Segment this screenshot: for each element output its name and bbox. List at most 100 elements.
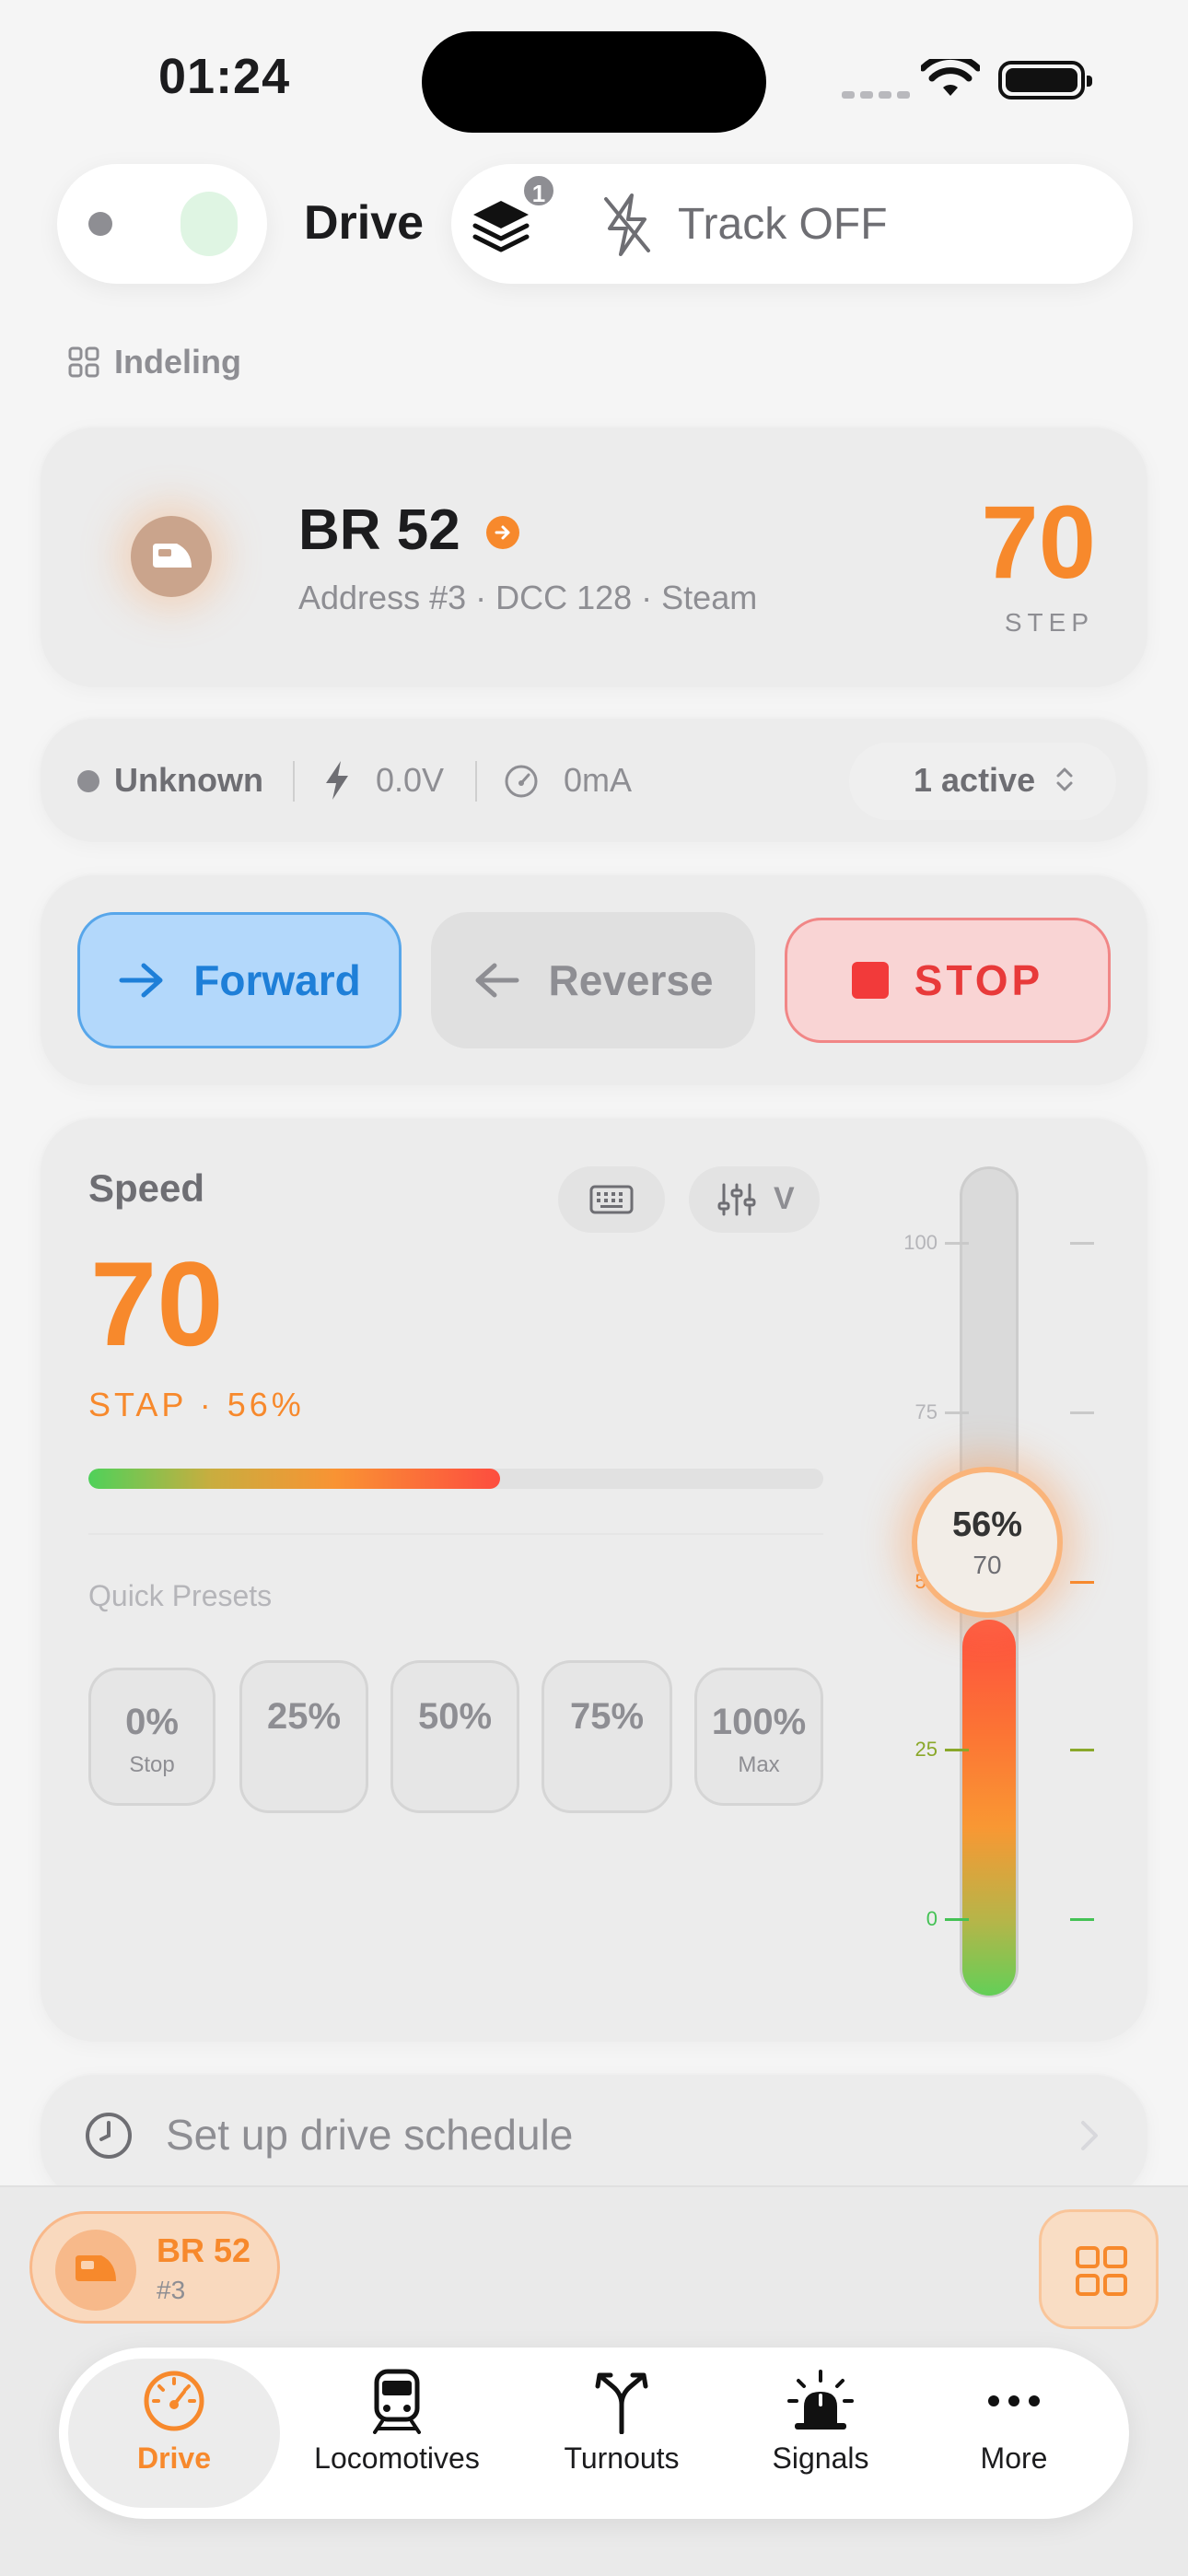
gauge-icon [505,765,538,798]
slider-tick [1070,1242,1094,1245]
active-loco-avatar [55,2230,136,2311]
speed-mode-label: V [774,1181,795,1216]
layout-grid-button[interactable] [1039,2209,1159,2329]
slider-tick [1070,1581,1094,1584]
loco-direction-badge [486,516,519,549]
divider [88,1533,823,1535]
layers-badge: 1 [521,173,556,208]
slider-tick [945,1242,969,1245]
tab-drive[interactable]: Drive [68,2359,280,2508]
speed-mode-button[interactable]: V [689,1166,820,1233]
stop-label: STOP [914,956,1044,1004]
speed-slider-fill [962,1620,1016,1996]
preset-value: 50% [417,1696,493,1737]
slider-tick-label: 100 [903,1231,938,1254]
active-selector-label: 1 active [914,761,1036,799]
bolt-icon [326,761,348,800]
tab-turnouts[interactable]: Turnouts [516,2359,728,2508]
layout-link[interactable]: Indeling [114,343,241,381]
arrow-right-icon [119,963,163,998]
bolt-slash-icon [604,193,650,256]
clock-icon [86,2113,132,2159]
speedometer-icon [144,2371,204,2431]
voltage-value: 0.0V [376,761,445,799]
dynamic-island [422,31,766,133]
loco-subtitle: Address #3 · DCC 128 · Steam [298,579,758,616]
cellular-signal-icon [842,87,915,103]
preset-50[interactable]: 50% [390,1660,519,1813]
preset-value: 100% [711,1702,807,1742]
preset-label: Stop [129,1752,175,1777]
tab-label: Locomotives [314,2441,480,2475]
loco-avatar [131,516,212,597]
slider-tick [1070,1411,1094,1414]
connection-toggle[interactable] [181,192,238,256]
arrow-left-icon [475,963,519,998]
loco-step-label: STEP [1004,608,1094,637]
keyboard-button[interactable] [558,1166,665,1233]
current-value: 0mA [564,761,633,799]
tab-label: More [980,2441,1048,2475]
arrow-right-icon [495,525,510,540]
divider [475,761,477,802]
slider-tick-label: 0 [926,1907,938,1930]
grid-icon[interactable] [68,346,99,378]
reverse-button[interactable]: Reverse [431,912,755,1048]
speed-value: 70 [90,1236,224,1371]
preset-value: 75% [569,1696,645,1737]
sliders-icon [717,1183,756,1216]
preset-value: 0% [125,1702,179,1742]
speed-subtitle: STAP · 56% [88,1386,305,1423]
drive-schedule-label: Set up drive schedule [166,2111,574,2159]
tab-label: Signals [772,2441,869,2475]
siren-icon [787,2370,854,2430]
tab-label: Drive [136,2441,212,2475]
page-title: Drive [304,196,425,250]
preset-75[interactable]: 75% [542,1660,672,1813]
ellipsis-icon [988,2395,1040,2406]
active-loco-name: BR 52 [157,2231,251,2269]
divider [293,761,295,802]
speed-progress-bar [88,1469,823,1489]
slider-tick-label: 75 [914,1400,938,1423]
stop-square-icon [851,962,889,999]
tab-signals[interactable]: Signals [715,2359,926,2508]
slider-tick [945,1411,969,1414]
forward-label: Forward [193,956,361,1004]
locomotive-icon [153,544,192,568]
reverse-label: Reverse [548,956,714,1004]
tab-label: Turnouts [564,2441,680,2475]
presets-label: Quick Presets [88,1579,273,1612]
loco-name: BR 52 [298,498,460,562]
forward-button[interactable]: Forward [77,912,402,1048]
speed-slider-knob[interactable]: 56% 70 [912,1467,1063,1618]
preset-25[interactable]: 25% [239,1660,368,1813]
connection-status: Unknown [114,761,263,799]
slider-tick [1070,1749,1094,1751]
track-status-label: Track OFF [678,200,888,249]
turnout-split-icon [595,2372,648,2434]
keyboard-icon [589,1185,634,1214]
preset-label: Max [738,1752,780,1777]
slider-tick [945,1749,969,1751]
preset-value: 25% [266,1696,342,1737]
knob-percent: 56% [951,1505,1023,1544]
tab-locomotives[interactable]: Locomotives [291,2359,503,2508]
status-time: 01:24 [158,49,291,104]
active-loco-address: #3 [157,2276,186,2304]
slider-tick [1070,1918,1094,1921]
slider-tick-label: 25 [914,1738,938,1761]
stop-button[interactable]: STOP [785,918,1111,1043]
locomotive-icon [76,2255,116,2281]
tab-more[interactable]: More [908,2359,1120,2508]
loco-step-value: 70 [981,485,1096,600]
slider-tick [945,1918,969,1921]
chevron-up-down-icon [1056,767,1073,791]
speed-progress-fill [88,1469,500,1489]
grid-icon [1076,2246,1127,2296]
preset-0[interactable]: 0% Stop [88,1668,215,1806]
speed-title: Speed [88,1166,205,1210]
chevron-right-icon [1081,2121,1098,2150]
preset-100[interactable]: 100% Max [694,1668,823,1806]
knob-step: 70 [973,1551,1002,1579]
